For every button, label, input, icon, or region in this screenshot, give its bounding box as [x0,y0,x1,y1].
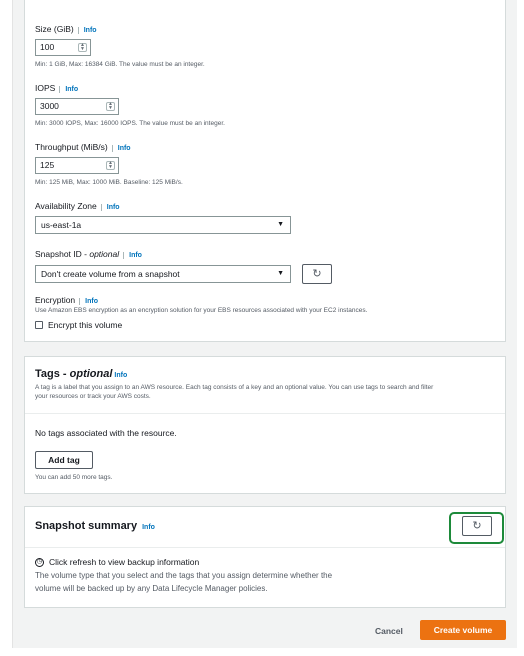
chevron-down-icon: ▼ [277,270,284,277]
tags-description-line1: A tag is a label that you assign to an A… [35,384,434,391]
tags-title-optional: optional [69,368,113,380]
availability-zone-label-text: Availability Zone [35,201,97,211]
size-input-value: 100 [40,42,55,52]
iops-label: IOPS Info [35,83,79,93]
iops-stepper-icon[interactable]: ▲ ▼ [106,102,115,111]
iops-input-value: 3000 [40,101,59,111]
snapshot-id-info-link[interactable]: Info [123,252,142,259]
size-input[interactable]: 100 ▲ ▼ [35,39,91,56]
size-label-text: Size (GiB) [35,24,74,34]
size-info-link[interactable]: Info [77,27,97,34]
tags-title: Tags - optional Info [35,368,127,380]
snapshot-id-label: Snapshot ID - optional Info [35,249,142,259]
availability-zone-info-link[interactable]: Info [100,204,120,211]
iops-label-text: IOPS [35,83,56,93]
tags-info-link[interactable]: Info [114,372,127,379]
availability-zone-value: us-east-1a [41,220,82,230]
encryption-info-link[interactable]: Info [79,298,98,305]
snapshot-id-label-text: Snapshot ID - [35,249,90,259]
summary-refresh-button[interactable]: ↻ [462,516,492,536]
size-hint: Min: 1 GiB, Max: 16384 GiB. The value mu… [35,61,205,68]
refresh-icon: ↻ [312,268,322,280]
throughput-info-link[interactable]: Info [111,145,131,152]
refresh-icon: ↻ [472,520,482,532]
availability-zone-select[interactable]: us-east-1a ▼ [35,216,291,234]
snapshot-refresh-button[interactable]: ↻ [302,264,332,284]
tags-title-text: Tags - [35,368,70,380]
throughput-label-text: Throughput (MiB/s) [35,142,108,152]
summary-divider [25,547,505,548]
iops-hint: Min: 3000 IOPS, Max: 16000 IOPS. The val… [35,120,225,127]
encryption-label-text: Encryption [35,295,76,305]
chevron-down-icon: ▼ [277,221,284,228]
encryption-label: Encryption Info [35,295,98,305]
snapshot-summary-title-text: Snapshot summary [35,520,138,532]
snapshot-id-select[interactable]: Don't create volume from a snapshot ▼ [35,265,291,283]
throughput-label: Throughput (MiB/s) Info [35,142,131,152]
summary-description-line2: volume will be backed up by any Data Lif… [35,584,268,593]
size-label: Size (GiB) Info [35,24,97,34]
encryption-description: Use Amazon EBS encryption as an encrypti… [35,307,368,314]
availability-zone-label: Availability Zone Info [35,201,120,211]
snapshot-summary-info-link[interactable]: Info [142,524,155,531]
throughput-stepper-icon[interactable]: ▲ ▼ [106,161,115,170]
throughput-input-value: 125 [40,160,55,170]
tags-empty-text: No tags associated with the resource. [35,428,177,438]
add-tag-button[interactable]: Add tag [35,451,93,469]
tags-limit-hint: You can add 50 more tags. [35,474,113,481]
refresh-message: Click refresh to view backup information [49,557,200,567]
encrypt-volume-label: Encrypt this volume [48,320,123,330]
throughput-input[interactable]: 125 ▲ ▼ [35,157,119,174]
size-stepper-icon[interactable]: ▲ ▼ [78,43,87,52]
clock-icon: ◷ [35,558,44,567]
create-volume-button[interactable]: Create volume [420,620,506,640]
tags-divider [25,413,505,414]
tags-description-line2: your resources or track your AWS costs. [35,393,151,400]
snapshot-summary-title: Snapshot summary Info [35,520,155,532]
snapshot-id-optional: optional [89,249,120,259]
summary-description-line1: The volume type that you select and the … [35,571,333,580]
iops-input[interactable]: 3000 ▲ ▼ [35,98,119,115]
throughput-hint: Min: 125 MiB, Max: 1000 MiB. Baseline: 1… [35,179,183,186]
snapshot-id-value: Don't create volume from a snapshot [41,269,180,279]
cancel-button[interactable]: Cancel [375,626,403,636]
encrypt-volume-checkbox[interactable] [35,321,43,329]
iops-info-link[interactable]: Info [59,86,79,93]
